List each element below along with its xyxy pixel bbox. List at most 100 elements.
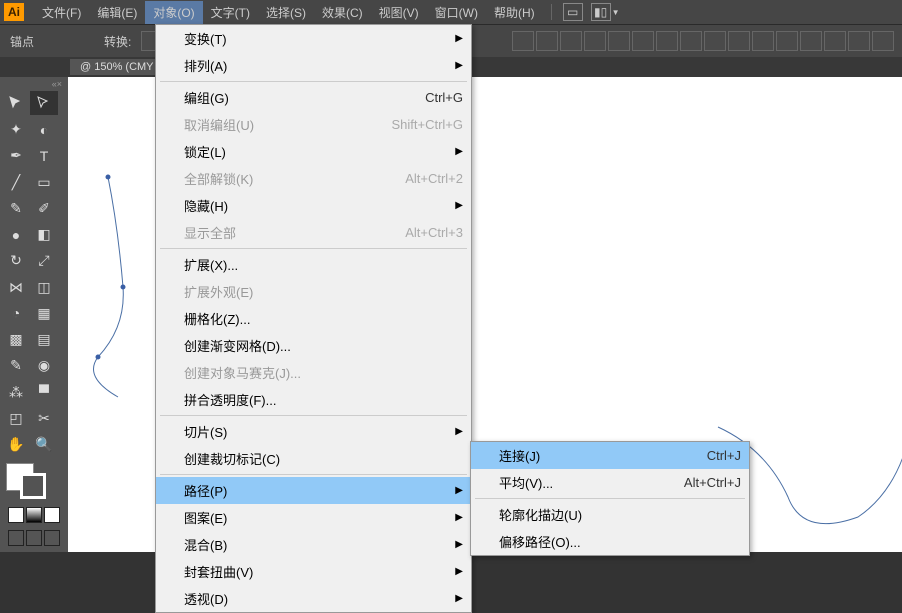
menu-item[interactable]: 隐藏(H)▶: [156, 192, 471, 219]
menu-item[interactable]: 平均(V)...Alt+Ctrl+J: [471, 469, 749, 496]
lasso-tool[interactable]: ◐: [30, 118, 58, 142]
align-icon[interactable]: [776, 31, 798, 51]
menu-item[interactable]: 封套扭曲(V)▶: [156, 558, 471, 585]
none-mode-icon[interactable]: [44, 507, 60, 523]
menu-separator: [160, 81, 467, 82]
eyedropper-tool[interactable]: ✎: [2, 354, 30, 378]
menu-item[interactable]: 图案(E)▶: [156, 504, 471, 531]
document-tab[interactable]: @ 150% (CMY: [70, 59, 164, 75]
menu-文件[interactable]: 文件(F): [34, 1, 89, 24]
menu-item[interactable]: 锁定(L)▶: [156, 138, 471, 165]
align-icon[interactable]: [608, 31, 630, 51]
menu-item[interactable]: 创建渐变网格(D)...: [156, 332, 471, 359]
menu-item-label: 栅格化(Z)...: [184, 309, 250, 328]
color-mode-icon[interactable]: [8, 507, 24, 523]
layout-icon[interactable]: ▭: [563, 3, 583, 21]
artboard-tool[interactable]: ◰: [2, 406, 30, 430]
menu-item[interactable]: 扩展(X)...: [156, 251, 471, 278]
menu-对象[interactable]: 对象(O): [145, 1, 202, 24]
menu-视图[interactable]: 视图(V): [371, 1, 427, 24]
align-icon[interactable]: [752, 31, 774, 51]
menu-编辑[interactable]: 编辑(E): [89, 1, 145, 24]
align-icon[interactable]: [536, 31, 558, 51]
width-tool[interactable]: ⋈: [2, 275, 30, 299]
color-swatches[interactable]: [6, 463, 46, 499]
arrange-icon[interactable]: ▮▯: [591, 3, 611, 21]
align-icon[interactable]: [704, 31, 726, 51]
menu-窗口[interactable]: 窗口(W): [427, 1, 486, 24]
menu-选择[interactable]: 选择(S): [258, 1, 314, 24]
menu-效果[interactable]: 效果(C): [314, 1, 371, 24]
menu-item[interactable]: 拼合透明度(F)...: [156, 386, 471, 413]
align-icon[interactable]: [800, 31, 822, 51]
symbol-sprayer-tool[interactable]: ⁂: [2, 380, 30, 404]
menu-item[interactable]: 透视(D)▶: [156, 585, 471, 612]
align-icon[interactable]: [560, 31, 582, 51]
menu-item[interactable]: 栅格化(Z)...: [156, 305, 471, 332]
shape-builder-tool[interactable]: ◔: [2, 301, 30, 325]
menu-文字[interactable]: 文字(T): [203, 1, 258, 24]
align-icon[interactable]: [728, 31, 750, 51]
menu-item-label: 拼合透明度(F)...: [184, 390, 276, 409]
align-icon[interactable]: [584, 31, 606, 51]
menu-item[interactable]: 偏移路径(O)...: [471, 528, 749, 555]
screen-mode-icon[interactable]: [8, 530, 24, 546]
tool-palette: «× ✦ ◐ ✒ T ╱ ▭ ✎ ✐ ● ◧ ↻ ⤢ ⋈ ◫ ◔ ▦ ▩ ▤ ✎…: [0, 77, 68, 552]
line-tool[interactable]: ╱: [2, 170, 30, 194]
menu-item-label: 取消编组(U): [184, 115, 254, 134]
menu-item[interactable]: 连接(J)Ctrl+J: [471, 442, 749, 469]
align-icon[interactable]: [680, 31, 702, 51]
menu-帮助[interactable]: 帮助(H): [486, 1, 543, 24]
menu-item: 显示全部Alt+Ctrl+3: [156, 219, 471, 246]
slice-tool[interactable]: ✂: [30, 406, 58, 430]
menu-item-label: 创建对象马赛克(J)...: [184, 363, 301, 382]
pencil-tool[interactable]: ✐: [30, 196, 58, 220]
convert-label: 转换:: [104, 33, 131, 50]
submenu-arrow-icon: ▶: [455, 512, 463, 523]
menu-item-label: 偏移路径(O)...: [499, 532, 581, 551]
perspective-tool[interactable]: ▦: [30, 301, 58, 325]
screen-mode-icon[interactable]: [44, 530, 60, 546]
menu-item-label: 创建渐变网格(D)...: [184, 336, 291, 355]
align-icon[interactable]: [632, 31, 654, 51]
screen-mode-icon[interactable]: [26, 530, 42, 546]
free-transform-tool[interactable]: ◫: [30, 275, 58, 299]
gradient-tool[interactable]: ▤: [30, 328, 58, 352]
menu-item[interactable]: 创建裁切标记(C): [156, 445, 471, 472]
direct-selection-tool[interactable]: [30, 91, 58, 115]
blend-tool[interactable]: ◉: [30, 354, 58, 378]
menu-item-label: 透视(D): [184, 589, 228, 608]
graph-tool[interactable]: ▀: [30, 380, 58, 404]
magic-wand-tool[interactable]: ✦: [2, 118, 30, 142]
menu-item-label: 隐藏(H): [184, 196, 228, 215]
menu-item-label: 排列(A): [184, 56, 227, 75]
pen-tool[interactable]: ✒: [2, 144, 30, 168]
menu-item[interactable]: 混合(B)▶: [156, 531, 471, 558]
gradient-mode-icon[interactable]: [26, 507, 42, 523]
align-icon[interactable]: [824, 31, 846, 51]
menu-item[interactable]: 变换(T)▶: [156, 25, 471, 52]
eraser-tool[interactable]: ◧: [30, 223, 58, 247]
rotate-tool[interactable]: ↻: [2, 249, 30, 273]
menu-item[interactable]: 路径(P)▶: [156, 477, 471, 504]
menu-item[interactable]: 编组(G)Ctrl+G: [156, 84, 471, 111]
rectangle-tool[interactable]: ▭: [30, 170, 58, 194]
stroke-swatch[interactable]: [20, 473, 46, 499]
paintbrush-tool[interactable]: ✎: [2, 196, 30, 220]
align-icon[interactable]: [848, 31, 870, 51]
align-icon[interactable]: [656, 31, 678, 51]
mesh-tool[interactable]: ▩: [2, 328, 30, 352]
selection-tool[interactable]: [2, 91, 30, 115]
align-icon[interactable]: [872, 31, 894, 51]
hand-tool[interactable]: ✋: [2, 433, 30, 457]
menu-item[interactable]: 切片(S)▶: [156, 418, 471, 445]
menu-item[interactable]: 轮廓化描边(U): [471, 501, 749, 528]
blob-brush-tool[interactable]: ●: [2, 223, 30, 247]
zoom-tool[interactable]: 🔍: [30, 433, 58, 457]
align-icon[interactable]: [512, 31, 534, 51]
menu-item[interactable]: 排列(A)▶: [156, 52, 471, 79]
scale-tool[interactable]: ⤢: [30, 249, 58, 273]
menu-item-label: 平均(V)...: [499, 473, 553, 492]
type-tool[interactable]: T: [30, 144, 58, 168]
panel-close-icon[interactable]: ×: [57, 79, 62, 89]
